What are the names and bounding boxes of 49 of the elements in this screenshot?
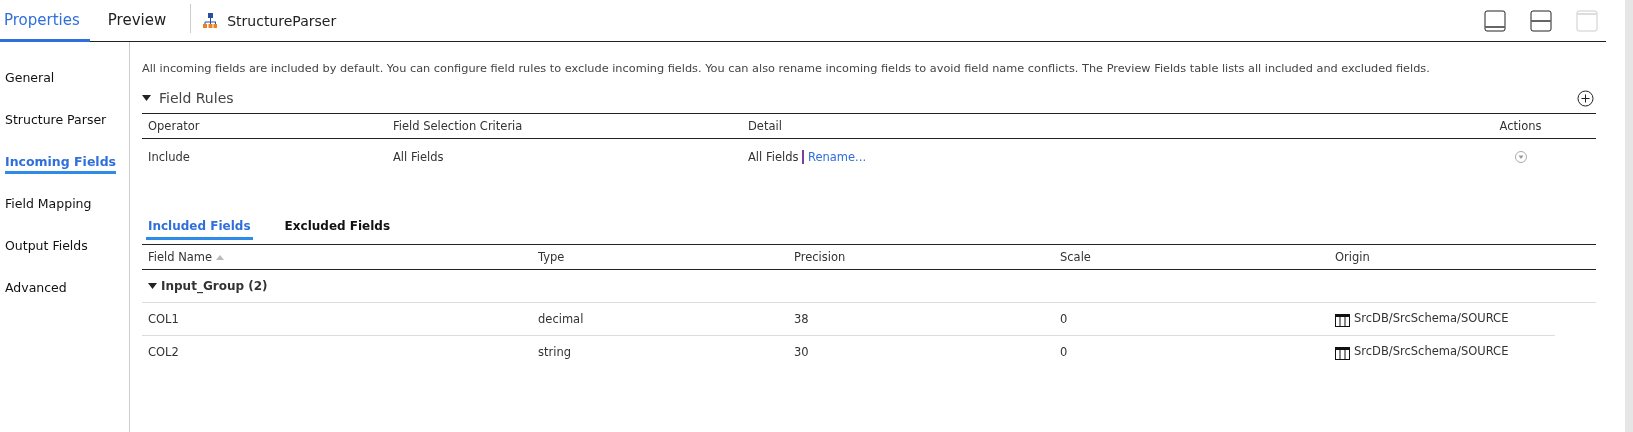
hierarchy-icon <box>203 12 218 29</box>
column-header[interactable]: Origin <box>1329 250 1596 264</box>
group-row[interactable]: Input_Group (2) <box>142 270 1596 303</box>
column-header[interactable]: Type <box>532 250 788 264</box>
fields-tab[interactable]: Included Fields <box>146 219 253 240</box>
table-cell: All Fields <box>748 150 799 164</box>
table-cell-text: All Fields <box>392 150 445 164</box>
panel-layout-icon[interactable] <box>1484 9 1506 32</box>
group-label: Input_Group (2) <box>161 279 268 293</box>
table-cell: SrcDB/SrcSchema/SOURCE <box>1354 311 1509 325</box>
table-cell: SrcDB/SrcSchema/SOURCE <box>1354 344 1509 358</box>
sidebar-item[interactable]: Output Fields <box>5 238 88 258</box>
table-cell-text: 38 <box>793 312 810 326</box>
object-title: StructureParser <box>227 11 337 31</box>
sort-icon <box>216 254 225 260</box>
caret-icon[interactable] <box>142 95 151 101</box>
table-cell-text: string <box>537 345 572 359</box>
column-header: Operator <box>147 119 201 133</box>
dropdown-icon[interactable] <box>1514 151 1527 163</box>
caret-icon[interactable] <box>148 283 157 289</box>
panel-layout-icon[interactable] <box>1530 9 1552 32</box>
column-header[interactable]: Precision <box>788 250 1054 264</box>
column-header[interactable]: Field Name <box>142 250 532 264</box>
column-header: Actions <box>1498 119 1543 133</box>
column-header: Detail <box>747 119 783 133</box>
scrollbar[interactable] <box>1625 0 1633 432</box>
section-title: Field Rules <box>159 90 234 106</box>
table-cell-text: Include <box>147 150 191 164</box>
sidebar-item[interactable]: Incoming Fields <box>5 154 117 174</box>
table-cell-text: decimal <box>537 312 585 326</box>
table-cell-text: COL1 <box>147 312 180 326</box>
table-icon <box>1335 347 1350 360</box>
sidebar-item[interactable]: Structure Parser <box>5 112 107 132</box>
table-icon <box>1335 314 1350 327</box>
top-tab[interactable]: Preview <box>103 0 177 42</box>
table-cell-text: 30 <box>793 345 810 359</box>
column-header[interactable]: Scale <box>1054 250 1329 264</box>
description-text: All incoming fields are included by default. You can configure field rules to exclude incoming fields. You can also rename incoming fields to avoid field name conflicts. The Preview Fields table lists all included and excluded fields. <box>142 62 1431 75</box>
rename-link[interactable]: Rename... <box>807 150 867 164</box>
add-icon[interactable] <box>1577 89 1594 107</box>
fields-tab[interactable]: Excluded Fields <box>282 219 393 240</box>
sidebar-item[interactable]: General <box>5 70 55 90</box>
table-cell-text: COL2 <box>147 345 180 359</box>
column-header: Field Selection Criteria <box>392 119 524 133</box>
table-cell-text: 0 <box>1059 345 1069 359</box>
top-tab[interactable]: Properties <box>0 0 90 42</box>
sidebar-item[interactable]: Field Mapping <box>5 196 92 216</box>
table-cell-text: 0 <box>1059 312 1069 326</box>
sidebar-item[interactable]: Advanced <box>5 280 67 300</box>
